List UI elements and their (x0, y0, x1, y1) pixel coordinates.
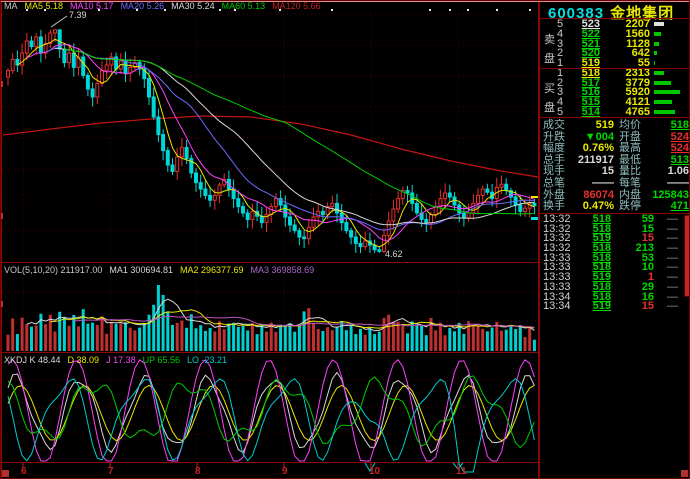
bid-volume-bar (654, 87, 680, 97)
ma-readout-4: MA30 5.24 (171, 1, 215, 11)
axis-month-10: 10 (369, 466, 381, 477)
kdj-readout-1: D 38.09 (67, 355, 100, 365)
stat-value: 519 (595, 119, 614, 131)
stat-value[interactable]: 518 (647, 119, 689, 132)
sell-side-label-2: 盘 (544, 53, 555, 65)
axis-month-7: 7 (108, 466, 114, 477)
ask-volume-bar (654, 58, 680, 68)
ma-readout-0: MA (4, 1, 18, 11)
window-top-edge (1, 1, 689, 2)
buy-levels: 1 518 2313 2 517 3779 3 516 5920 4 515 4121 5 514 4765 (540, 67, 689, 119)
kdj-readout-2: J 17.38 (106, 355, 136, 365)
bid-price[interactable]: 514 (568, 107, 600, 118)
bid-volume-bar (654, 97, 680, 107)
time-sales-panel: 13:32 518 59—13:32 518 15—13:32 519 15—13:32 51… (540, 214, 689, 478)
bid-volume-bar (654, 68, 680, 78)
kdj-readout-0: XKDJ K 48.44 (4, 355, 61, 365)
tick-flag: — (667, 300, 678, 313)
axis-month-8: 8 (195, 466, 201, 477)
vol-readout-3: MA3 369858.69 (250, 265, 315, 275)
axis-month-9: 9 (282, 466, 288, 477)
kdj-readout-4: LO -23.21 (186, 355, 227, 365)
ask-volume-bar (654, 39, 680, 49)
ask-volume-bar (654, 48, 680, 58)
low-price-annotation: 4.62 (385, 249, 403, 259)
main-indicator-readout: MA MA5 5.18 MA10 5.17 MA20 5.26 MA30 5.24 MA6… (4, 2, 328, 11)
bid-volume-bar (654, 78, 680, 88)
ask-volume-bar (654, 29, 680, 39)
resize-corner-left-icon[interactable] (2, 470, 9, 477)
bid-row-5: 5 514 4765 (540, 106, 689, 119)
tick-row-9: 13:34 519 15 — (540, 300, 689, 313)
kdj-indicator-readout: XKDJ K 48.44 D 38.09 J 17.38 UP 65.56 LO -23… (4, 356, 234, 365)
stock-title: 600383 金地集团 (540, 2, 689, 22)
resize-corner-right-icon[interactable] (681, 470, 688, 477)
vol-readout-1: MA1 300694.81 (109, 265, 173, 275)
stat-label: 跌停 (619, 200, 641, 213)
buy-side-label-2: 盘 (544, 102, 555, 114)
vol-readout-0: VOL(5,10,20) 211917.00 (4, 265, 103, 275)
volume-indicator-readout: VOL(5,10,20) 211917.00 MA1 300694.81 MA2 2… (4, 266, 321, 275)
sell-side-label: 卖 (544, 34, 555, 46)
stat-label: 成交 (543, 119, 565, 131)
axis-month-6: 6 (21, 466, 27, 477)
scrollbar[interactable] (684, 215, 689, 297)
ma-readout-1: MA5 5.18 (24, 1, 64, 11)
candlestick-chart-canvas[interactable] (1, 1, 539, 479)
ask-volume-bar (654, 19, 680, 29)
stat-value[interactable]: 471 (647, 201, 689, 213)
vol-readout-2: MA2 296377.69 (179, 265, 244, 275)
stat-label: 总笔 (543, 176, 565, 189)
stat-value: 0.47% (582, 200, 614, 213)
time-sales-rows: 13:32 518 59—13:32 518 15—13:32 519 15—13:32 51… (540, 214, 689, 313)
sell-levels: 5 523 2207 4 522 1560 3 521 1128 2 520 642 1 519 55 (540, 18, 689, 69)
stock-terminal-window: MA MA5 5.18 MA10 5.17 MA20 5.26 MA30 5.24 MA6… (0, 0, 690, 479)
bid-level: 5 (557, 106, 564, 119)
tick-volume: 15 (641, 300, 654, 313)
stat-label: 换手 (543, 200, 565, 213)
quote-panel: 600383 金地集团 卖 盘 买 盘 5 523 2207 4 522 1560 3 521 1… (539, 1, 689, 478)
ma-readout-3: MA20 5.26 (120, 1, 165, 11)
stat-label: 均价 (619, 119, 641, 131)
stats-row-5: 总笔 —— 每笔 —— (540, 176, 689, 190)
left-edge-tick (1, 81, 3, 87)
left-edge-tick-2 (1, 213, 3, 219)
tick-time: 13:34 (543, 300, 571, 313)
stats-row-7: 换手 0.47% 跌停 471 (540, 200, 689, 213)
stat-value: —— (667, 176, 689, 189)
ma-readout-6: MA120 5.66 (272, 1, 321, 11)
stats-row-0: 成交 519 均价 518 (540, 119, 689, 132)
stat-value: —— (592, 176, 614, 189)
buy-side-label: 买 (544, 83, 555, 95)
kdj-readout-3: UP 65.56 (142, 355, 180, 365)
bid-volume: 4765 (625, 106, 650, 119)
stats-panel: 成交 519 均价 518 升跌 ▼004 开盘 524 幅度 0.76% 最高 524 总手 21191… (540, 119, 689, 214)
order-book: 卖 盘 买 盘 5 523 2207 4 522 1560 3 521 1128 2 520 642 1… (540, 18, 689, 119)
high-price-annotation: 7.39 (69, 10, 87, 20)
left-edge-tick-3 (1, 301, 3, 307)
ma-readout-5: MA60 5.13 (221, 1, 266, 11)
axis-month-11: 11 (456, 466, 467, 477)
chart-area: MA MA5 5.18 MA10 5.17 MA20 5.26 MA30 5.24 MA6… (1, 1, 539, 479)
stat-label: 每笔 (619, 176, 641, 189)
tick-price[interactable]: 519 (580, 301, 611, 312)
bid-volume-bar (654, 107, 680, 117)
